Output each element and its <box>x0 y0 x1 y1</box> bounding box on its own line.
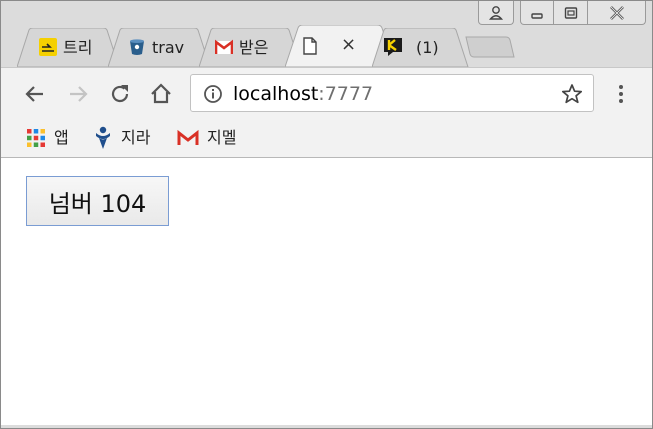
forward-button[interactable] <box>65 81 91 107</box>
url-text[interactable]: localhost:7777 <box>233 83 373 105</box>
bookmark-label: 지멜 <box>207 128 237 147</box>
jira-icon <box>96 126 110 149</box>
tab-title: (1) <box>416 38 439 57</box>
profile-button[interactable] <box>478 1 514 25</box>
page-content: 넘버 104 <box>1 158 652 428</box>
arrow-right-icon <box>70 86 88 102</box>
new-tab-button[interactable] <box>465 35 515 59</box>
window-controls <box>478 1 646 28</box>
tab-3[interactable]: 받은 <box>199 28 299 67</box>
tab-title: trav <box>152 38 185 57</box>
tab-close-icon[interactable]: × <box>341 35 356 55</box>
close-x-icon <box>609 5 624 20</box>
bookmark-label: 지라 <box>121 128 151 147</box>
page-icon <box>303 37 317 55</box>
tab-5[interactable]: (1) <box>372 28 472 67</box>
bookmark-label: 앱 <box>54 128 69 147</box>
tab-title: 받은 <box>239 38 269 57</box>
url-host: localhost <box>233 83 319 105</box>
tab-2[interactable]: trav <box>108 28 208 67</box>
menu-button[interactable] <box>608 81 634 107</box>
minimize-button[interactable] <box>520 1 554 25</box>
browser-window: 트리 trav 받은 × (1) localhost:7777 앱 지라 지멜 … <box>0 0 653 429</box>
kebab-menu-icon <box>619 85 623 103</box>
bookmark-apps[interactable]: 앱 <box>26 125 69 151</box>
browser-toolbar: localhost:7777 <box>1 67 652 120</box>
restore-icon <box>564 6 577 19</box>
minimize-icon <box>531 12 543 19</box>
star-icon[interactable] <box>561 83 583 105</box>
bookmark-gmail[interactable]: 지멜 <box>177 125 236 151</box>
bookmarks-bar: 앱 지라 지멜 <box>1 119 652 158</box>
person-icon <box>488 5 504 20</box>
restore-button[interactable] <box>554 1 588 25</box>
url-port: :7777 <box>318 83 374 105</box>
k-chat-icon <box>384 38 402 56</box>
gmail-icon <box>177 129 199 145</box>
boarding-pass-icon <box>39 38 57 56</box>
reload-button[interactable] <box>107 81 133 107</box>
bookmark-jira[interactable]: 지라 <box>93 125 150 151</box>
title-bar: 트리 trav 받은 × (1) <box>1 1 652 67</box>
address-bar[interactable]: localhost:7777 <box>190 74 594 112</box>
info-icon[interactable] <box>203 84 223 104</box>
close-window-button[interactable] <box>588 1 646 25</box>
home-icon <box>151 83 171 104</box>
gmail-icon <box>215 39 233 54</box>
tab-title: 트리 <box>63 38 93 57</box>
reload-icon <box>111 85 129 103</box>
number-button[interactable]: 넘버 104 <box>26 176 169 226</box>
window-bottom-border <box>1 425 652 428</box>
home-button[interactable] <box>148 81 174 107</box>
apps-grid-icon <box>27 129 45 147</box>
back-button[interactable] <box>22 81 48 107</box>
bucket-icon <box>130 39 144 55</box>
arrow-left-icon <box>25 86 43 102</box>
tab-1[interactable]: 트리 <box>17 28 117 67</box>
